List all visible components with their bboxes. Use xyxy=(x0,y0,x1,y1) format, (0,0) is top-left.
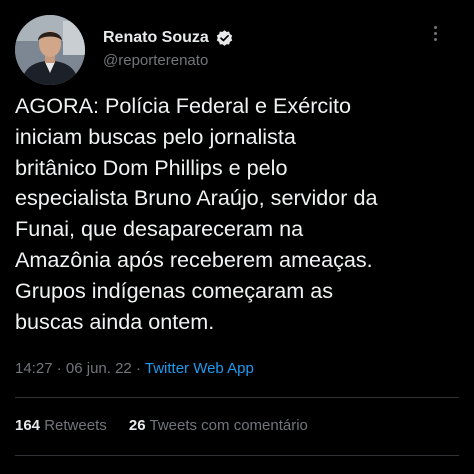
tweet-metadata: 14:27 · 06 jun. 22 · Twitter Web App xyxy=(15,360,254,377)
tweet-stats: 164 Retweets 26 Tweets com comentário xyxy=(15,417,308,434)
quote-tweets-count: 26 xyxy=(128,417,146,434)
verified-badge-icon xyxy=(215,29,234,48)
more-options-icon[interactable] xyxy=(424,22,448,46)
quote-tweets-stat[interactable]: 26 Tweets com comentário xyxy=(129,417,308,434)
tweet-text-line: AGORA: Polícia Federal e Exército xyxy=(15,93,352,118)
meta-separator: · xyxy=(56,360,62,377)
quote-tweets-label: Tweets com comentário xyxy=(149,417,308,434)
divider xyxy=(15,397,459,398)
tweet-text-line: britânico Dom Phillips e pelo xyxy=(15,154,288,180)
tweet-text-line: buscas ainda ontem. xyxy=(15,308,215,334)
tweet-text-line: especialista Bruno Araújo, servidor da xyxy=(15,185,378,211)
tweet-card: Renato Souza @reporterenato AGORA: Políc… xyxy=(0,0,474,474)
tweet-text-line: Funai, que desapareceram na xyxy=(15,216,304,242)
tweet-time[interactable]: 14:27 xyxy=(15,360,53,377)
tweet-text: AGORA: Polícia Federal e Exército inicia… xyxy=(15,91,465,337)
avatar-image xyxy=(15,15,85,85)
avatar[interactable] xyxy=(15,15,85,85)
tweet-source-link[interactable]: Twitter Web App xyxy=(145,360,254,377)
tweet-text-line: iniciam buscas pelo jornalista xyxy=(15,123,296,149)
author-handle[interactable]: @reporterenato xyxy=(103,52,208,69)
retweets-count: 164 xyxy=(15,417,41,434)
tweet-text-line: Amazônia após receberem ameaças. xyxy=(15,246,373,272)
tweet-text-line: Grupos indígenas começaram as xyxy=(15,277,334,303)
tweet-date[interactable]: 06 jun. 22 xyxy=(66,360,132,377)
retweets-label: Retweets xyxy=(44,417,107,434)
meta-separator: · xyxy=(135,360,141,377)
author-name-row[interactable]: Renato Souza xyxy=(103,26,234,50)
divider xyxy=(15,455,459,456)
author-name[interactable]: Renato Souza xyxy=(103,29,209,47)
retweets-stat[interactable]: 164 Retweets xyxy=(15,417,111,434)
